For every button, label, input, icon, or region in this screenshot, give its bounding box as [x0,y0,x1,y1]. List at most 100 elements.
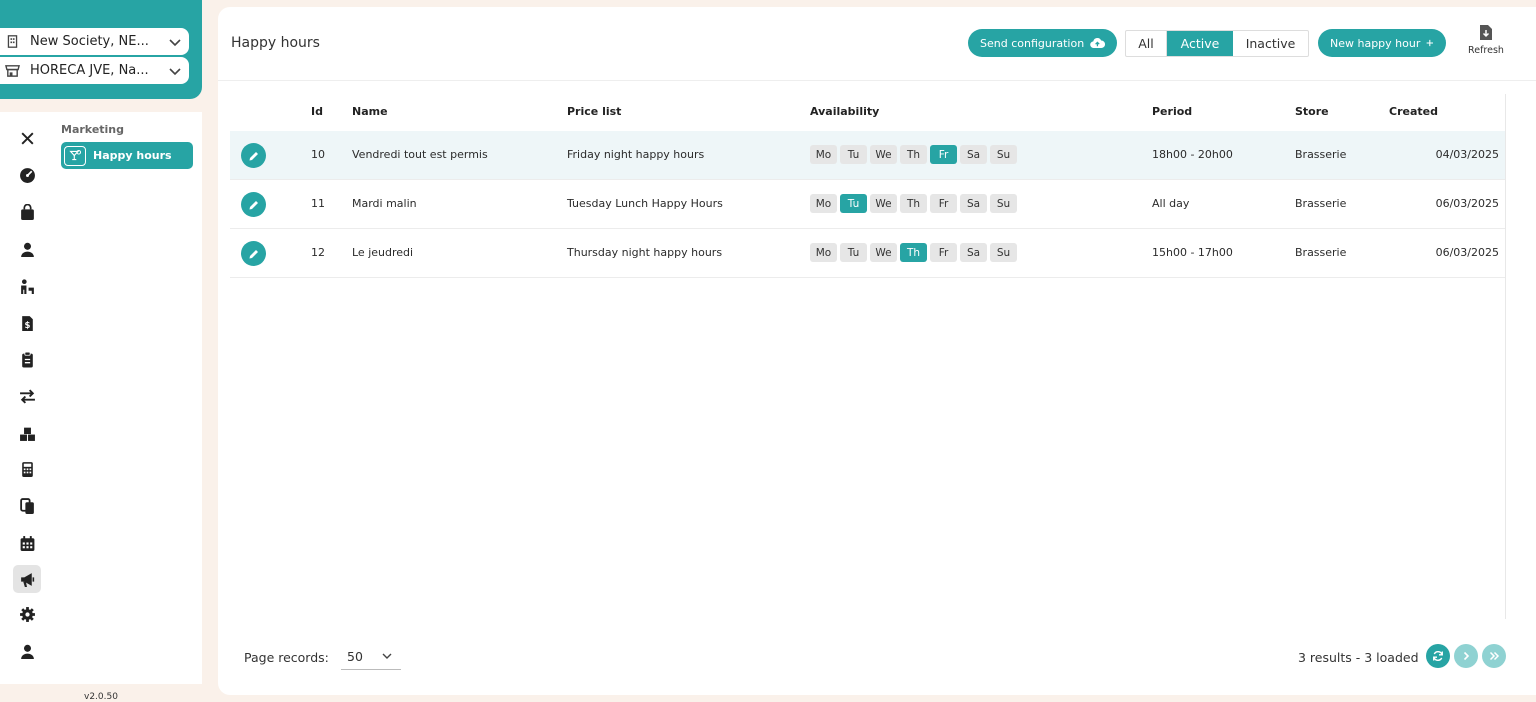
close-icon[interactable] [13,124,41,152]
table-row[interactable]: 10 Vendredi tout est permis Friday night… [230,131,1506,180]
cell-id: 10 [311,148,325,161]
day-chip-fr: Fr [930,243,957,262]
table-row[interactable]: 12 Le jeudredi Thursday night happy hour… [230,229,1506,278]
settings-icon[interactable] [13,600,41,628]
plus-icon [1427,39,1434,47]
main-content-card: Happy hours Send configuration All Activ… [218,7,1536,695]
edit-button[interactable] [241,192,266,217]
table-row[interactable]: 11 Mardi malin Tuesday Lunch Happy Hours… [230,180,1506,229]
column-header-period[interactable]: Period [1152,105,1192,118]
copy-icon[interactable] [13,492,41,520]
submenu-item-happy-hours[interactable]: Happy hours [61,142,193,169]
double-chevron-right-icon [1489,651,1500,661]
account-icon[interactable] [13,637,41,665]
column-header-id[interactable]: Id [311,105,323,118]
cell-period: 15h00 - 17h00 [1152,246,1233,259]
filter-all-button[interactable]: All [1126,31,1167,56]
store-selector[interactable]: HORECA JVE, Na... [0,57,189,84]
clipboard-icon[interactable] [13,345,41,373]
availability-days: Mo Tu We Th Fr Sa Su [810,243,1017,262]
results-count: 3 results - 3 loaded [1298,650,1419,665]
day-chip-th: Th [900,194,927,213]
megaphone-icon[interactable] [13,565,41,593]
availability-days: Mo Tu We Th Fr Sa Su [810,145,1017,164]
cocktail-icon [64,145,86,166]
page-records-value: 50 [347,648,363,664]
column-header-name[interactable]: Name [352,105,388,118]
transfer-icon[interactable] [13,382,41,410]
last-page-button[interactable] [1482,644,1506,668]
next-page-button[interactable] [1454,644,1478,668]
submenu-item-label: Happy hours [93,149,172,162]
day-chip-we: We [870,145,897,164]
refresh-label: Refresh [1468,45,1504,56]
table-scrollbar[interactable] [1505,94,1506,619]
edit-button[interactable] [241,143,266,168]
send-configuration-label: Send configuration [980,36,1085,50]
cell-name: Mardi malin [352,197,417,210]
page-records-select[interactable]: 50 [341,643,401,670]
day-chip-fr: Fr [930,194,957,213]
submenu-title: Marketing [61,123,125,136]
pencil-icon [249,151,258,160]
cell-id: 11 [311,197,325,210]
society-selector-label: New Society, NE... [30,34,149,49]
invoice-icon[interactable]: $ [13,309,41,337]
staff-icon[interactable] [13,272,41,300]
edit-button[interactable] [241,241,266,266]
day-chip-tu: Tu [840,243,867,262]
day-chip-tu: Tu [840,194,867,213]
day-chip-sa: Sa [960,145,987,164]
page-header: Happy hours Send configuration All Activ… [218,7,1536,81]
cell-id: 12 [311,246,325,259]
context-selector-panel: New Society, NE... HORECA JVE, Na... [0,0,202,99]
status-filter: All Active Inactive [1125,30,1309,57]
day-chip-su: Su [990,243,1017,262]
column-header-created[interactable]: Created [1389,105,1438,118]
cell-created: 06/03/2025 [1435,197,1499,210]
day-chip-th: Th [900,145,927,164]
pencil-icon [249,200,258,209]
new-happy-hour-button[interactable]: New happy hour [1318,29,1446,57]
day-chip-mo: Mo [810,194,837,213]
dashboard-icon[interactable] [13,161,41,189]
society-selector[interactable]: New Society, NE... [0,28,189,55]
day-chip-fr: Fr [930,145,957,164]
cloud-upload-icon [1090,38,1105,48]
filter-active-button[interactable]: Active [1167,31,1233,56]
cell-created: 06/03/2025 [1435,246,1499,259]
column-header-availability[interactable]: Availability [810,105,879,118]
day-chip-su: Su [990,194,1017,213]
boxes-icon[interactable] [13,419,41,447]
shopping-bag-icon[interactable] [13,198,41,226]
column-header-store[interactable]: Store [1295,105,1329,118]
refresh-button[interactable]: Refresh [1464,24,1508,64]
chevron-down-icon [169,67,181,75]
calculator-icon[interactable] [13,455,41,483]
day-chip-sa: Sa [960,243,987,262]
reload-results-button[interactable] [1426,644,1450,668]
app-version: v2.0.50 [84,692,118,702]
day-chip-sa: Sa [960,194,987,213]
day-chip-we: We [870,194,897,213]
chevron-right-icon [1463,651,1470,661]
cell-store: Brasserie [1295,148,1347,161]
svg-text:$: $ [24,320,30,330]
page-title: Happy hours [231,35,320,51]
cell-price-list: Tuesday Lunch Happy Hours [567,197,723,210]
store-selector-label: HORECA JVE, Na... [30,63,149,78]
sync-icon [1433,651,1443,661]
user-icon[interactable] [13,235,41,263]
filter-inactive-button[interactable]: Inactive [1233,31,1308,56]
file-download-icon [1480,25,1492,40]
navigation-rail: $ [0,112,54,684]
store-icon [5,63,20,78]
cell-created: 04/03/2025 [1435,148,1499,161]
calendar-icon[interactable] [13,529,41,557]
submenu-panel: Marketing Happy hours [54,112,202,684]
page-records-label: Page records: [244,650,329,665]
column-header-price-list[interactable]: Price list [567,105,621,118]
send-configuration-button[interactable]: Send configuration [968,29,1117,57]
building-icon [5,34,20,49]
chevron-down-icon [169,38,181,46]
